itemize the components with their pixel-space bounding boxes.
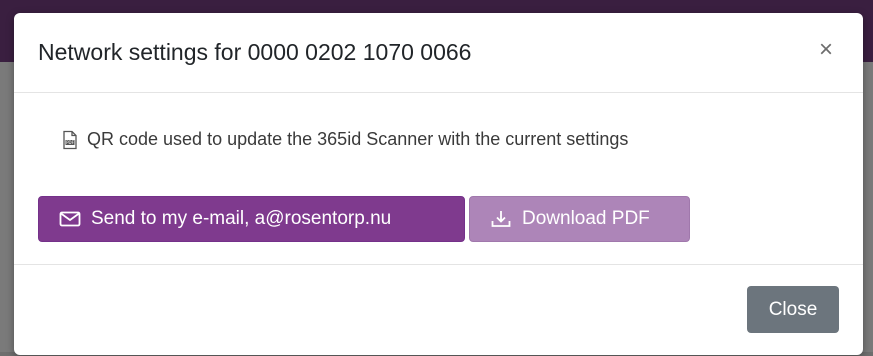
network-settings-modal: Network settings for 0000 0202 1070 0066… (14, 13, 863, 355)
qr-code-description: PDF QR code used to update the 365id Sca… (61, 129, 628, 150)
envelope-icon (59, 209, 81, 229)
close-icon[interactable]: × (815, 37, 837, 63)
action-buttons: Send to my e-mail, a@rosentorp.nu Downlo… (38, 196, 690, 242)
modal-body: PDF QR code used to update the 365id Sca… (14, 93, 863, 264)
qr-code-text: QR code used to update the 365id Scanner… (87, 129, 629, 149)
modal-title: Network settings for 0000 0202 1070 0066 (38, 39, 472, 65)
close-button[interactable]: Close (747, 286, 839, 333)
send-email-button[interactable]: Send to my e-mail, a@rosentorp.nu (38, 196, 465, 242)
download-pdf-button[interactable]: Download PDF (469, 196, 690, 242)
svg-text:PDF: PDF (66, 140, 74, 145)
download-pdf-label: Download PDF (522, 208, 650, 229)
pdf-file-icon: PDF (61, 130, 79, 150)
modal-footer: Close (14, 264, 863, 356)
send-email-label: Send to my e-mail, a@rosentorp.nu (91, 208, 392, 229)
download-icon (490, 209, 512, 229)
modal-header: Network settings for 0000 0202 1070 0066… (14, 13, 863, 93)
